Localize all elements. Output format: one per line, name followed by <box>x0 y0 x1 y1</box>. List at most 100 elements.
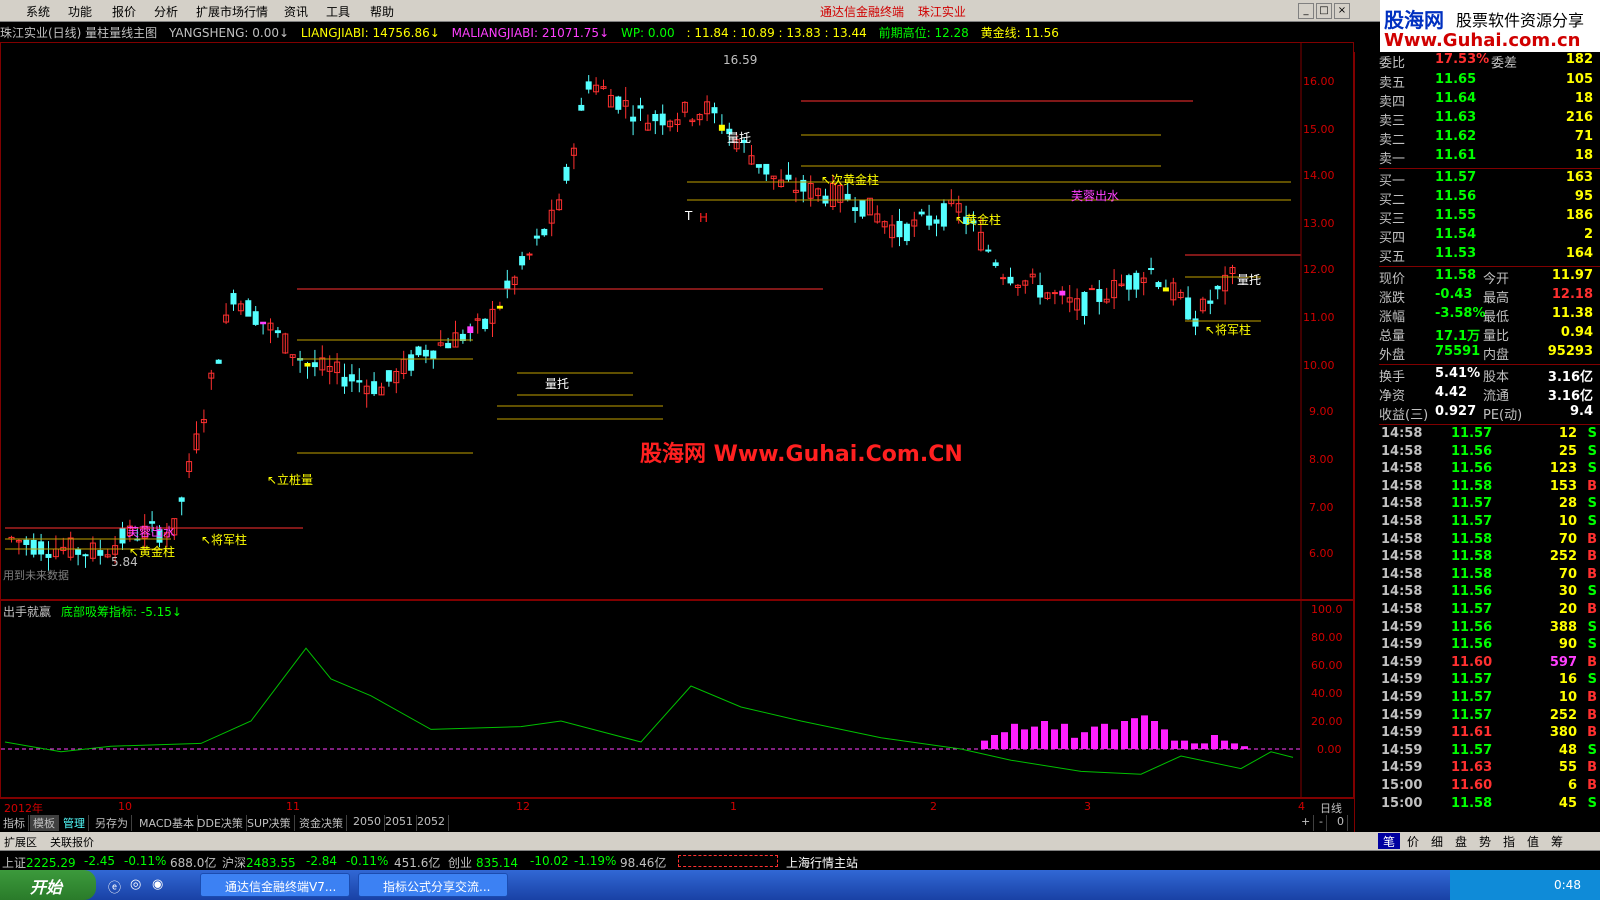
time-tick: 11 <box>286 800 300 813</box>
stat-value: 5.41% <box>1435 366 1481 381</box>
index-value: 2483.55 <box>246 856 296 870</box>
high-price-label: 16.59 <box>723 53 758 67</box>
candle-body <box>526 253 533 256</box>
accumulation-bar <box>1141 715 1148 749</box>
tick-row: 14:58 11.56 25 S <box>1379 444 1600 462</box>
menu-info[interactable]: 资讯 <box>284 3 308 20</box>
tick-side: B <box>1587 549 1597 565</box>
tick-volume: 12 <box>1558 426 1577 441</box>
main-kline-chart[interactable]: 16.00 15.00 14.00 13.00 12.00 11.00 10.0… <box>0 42 1354 601</box>
maliangjiabi-value: MALIANGJIABI: 21071.75↓ <box>451 26 610 40</box>
buy-level-label: 买三 <box>1379 212 1406 227</box>
menu-tools[interactable]: 工具 <box>326 3 350 20</box>
sub-tick: 100.0 <box>1311 603 1343 616</box>
tick-volume: 252 <box>1549 707 1577 723</box>
task-tdx[interactable]: 通达信金融终端V7... <box>200 873 350 897</box>
tick-side: S <box>1587 584 1597 600</box>
related-quote-tab[interactable]: 关联报价 <box>50 834 94 850</box>
tab-save-as[interactable]: 另存为 <box>92 815 132 831</box>
panel-tab[interactable]: 盘 <box>1450 833 1472 849</box>
buy-level-label: 买四 <box>1379 231 1406 246</box>
tick-side: B <box>1587 478 1597 494</box>
tick-price: 11.57 <box>1451 672 1493 688</box>
minimize-icon[interactable]: _ <box>1298 3 1314 19</box>
menu-analysis[interactable]: 分析 <box>154 3 178 20</box>
tab-2052[interactable]: 2052 <box>414 815 449 831</box>
tab-2051[interactable]: 2051 <box>382 815 417 831</box>
menu-function[interactable]: 功能 <box>68 3 92 20</box>
tick-row: 14:59 11.57 48 S <box>1379 743 1600 761</box>
panel-tab[interactable]: 筹 <box>1546 833 1568 849</box>
tick-volume: 10 <box>1558 514 1577 529</box>
accumulation-bar <box>1191 743 1198 749</box>
tick-volume: 90 <box>1558 637 1577 653</box>
buy-level-volume: 164 <box>1565 246 1593 261</box>
menu-help[interactable]: 帮助 <box>370 3 394 20</box>
close-icon[interactable]: × <box>1334 3 1350 19</box>
tick-time: 14:59 <box>1381 742 1423 758</box>
tick-price: 11.58 <box>1451 531 1493 547</box>
menu-system[interactable]: 系统 <box>26 3 50 20</box>
tick-side: B <box>1587 690 1597 705</box>
tick-time: 14:58 <box>1381 549 1423 565</box>
start-button[interactable]: 开始 <box>0 870 96 900</box>
price-tick: 8.00 <box>1309 453 1334 466</box>
sell-level-label: 卖二 <box>1379 133 1406 148</box>
stat-value: -0.43 <box>1435 287 1473 302</box>
stat-value: 12.18 <box>1551 287 1593 302</box>
candle-body <box>371 381 378 395</box>
panel-tabs: 笔价细盘势指值筹 <box>1354 832 1600 850</box>
ie-icon[interactable]: ⓔ <box>108 877 121 896</box>
zoom-out-button[interactable]: - <box>1316 815 1327 831</box>
stat-label: 收益(三) <box>1379 408 1429 423</box>
panel-tab[interactable]: 价 <box>1402 833 1424 849</box>
candle-body <box>1207 300 1214 304</box>
sell-level-row: 卖五 11.65 105 <box>1355 72 1600 91</box>
panel-tab[interactable]: 指 <box>1498 833 1520 849</box>
tick-side: S <box>1587 742 1597 758</box>
panel-tab[interactable]: 细 <box>1426 833 1448 849</box>
tab-fund[interactable]: 资金决策 <box>296 815 347 831</box>
tab-dde[interactable]: DDE决策 <box>194 815 247 831</box>
menu-ext-market[interactable]: 扩展市场行情 <box>196 3 268 20</box>
zoom-in-button[interactable]: + <box>1298 815 1315 831</box>
index-change: -10.02 <box>530 854 569 868</box>
tick-time: 14:58 <box>1381 443 1423 459</box>
tick-row: 14:59 11.56 90 S <box>1379 637 1600 655</box>
stat-row: 净资 4.42 流通 3.16亿 <box>1355 385 1600 404</box>
price-tick: 12.00 <box>1303 263 1335 276</box>
index-name: 创业 <box>448 856 473 870</box>
accumulation-bar <box>1181 740 1188 749</box>
candle-body <box>652 114 659 122</box>
reset-button[interactable]: 0 <box>1334 815 1348 831</box>
tab-manage[interactable]: 管理 <box>60 815 89 831</box>
extension-area-tab[interactable]: 扩展区 <box>4 834 37 850</box>
app-icon[interactable]: ◉ <box>152 877 163 892</box>
stat-row: 涨幅 -3.58% 最低 11.38 <box>1355 306 1600 325</box>
tick-price: 11.56 <box>1451 443 1493 459</box>
browser-icon[interactable]: ◎ <box>130 877 141 892</box>
candle-body <box>896 220 903 238</box>
logo-text-2: 股票软件资源分享 <box>1456 11 1585 30</box>
tab-indicator[interactable]: 指标 <box>0 815 29 831</box>
panel-tab[interactable]: 值 <box>1522 833 1544 849</box>
sell-level-volume: 216 <box>1565 110 1593 125</box>
accumulation-bar <box>1041 721 1048 749</box>
menu-quote[interactable]: 报价 <box>112 3 136 20</box>
tab-sup[interactable]: SUP决策 <box>244 815 295 831</box>
panel-tab[interactable]: 笔 <box>1378 833 1400 849</box>
tick-volume: 28 <box>1558 496 1577 512</box>
tab-macd[interactable]: MACD基本 <box>136 815 198 831</box>
annotation-secondary-golden: ↖次黄金柱 <box>821 173 880 187</box>
tick-price: 11.58 <box>1451 478 1493 494</box>
tab-2050[interactable]: 2050 <box>350 815 385 831</box>
maximize-icon[interactable]: □ <box>1316 3 1332 19</box>
panel-tab[interactable]: 势 <box>1474 833 1496 849</box>
indicator-subchart[interactable]: 出手就赢 底部吸筹指标: -5.15↓ 100.0 80.00 60.00 40… <box>0 600 1354 799</box>
task-forum[interactable]: 指标公式分享交流... <box>358 873 508 897</box>
candle-body <box>763 163 770 175</box>
server-station[interactable]: 上海行情主站 <box>786 854 858 871</box>
candle-body <box>1192 318 1199 327</box>
tab-template[interactable]: 模板 <box>30 815 59 831</box>
price-tick: 16.00 <box>1303 75 1335 88</box>
